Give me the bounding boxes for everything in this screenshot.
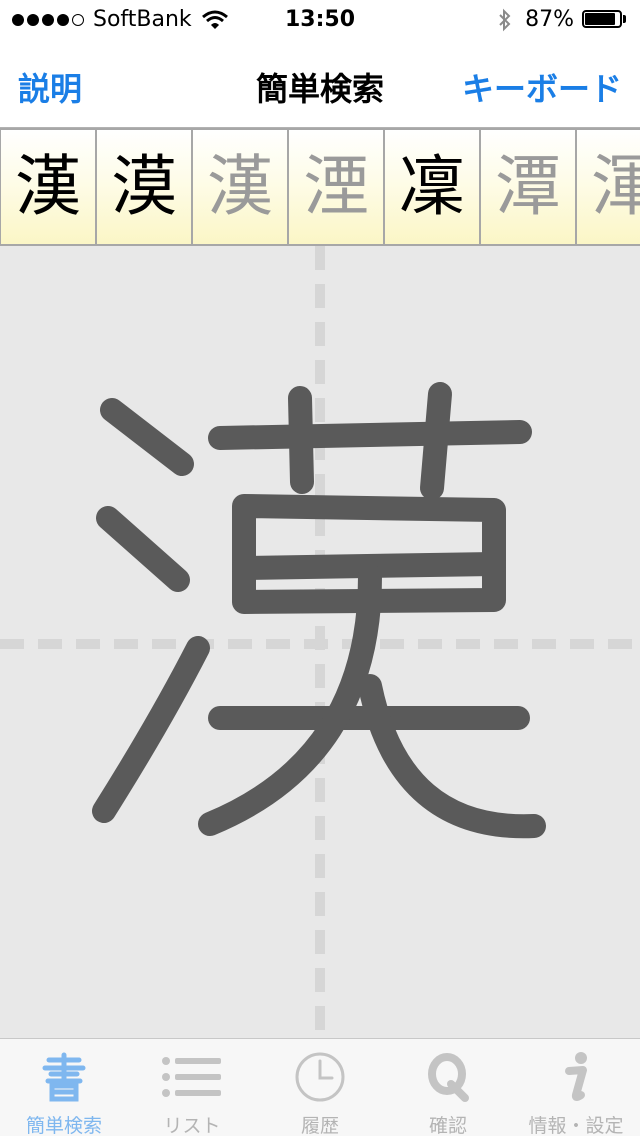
- candidate-item[interactable]: 渾: [576, 128, 640, 246]
- list-icon: [128, 1051, 256, 1103]
- battery-percent: 87%: [525, 7, 574, 32]
- tab-label: 簡単検索: [25, 1115, 102, 1137]
- brush-kanji-icon: [0, 1051, 128, 1103]
- candidate-item[interactable]: 潭: [480, 128, 576, 246]
- handwriting-canvas[interactable]: [0, 246, 640, 1038]
- tab-history[interactable]: 履歴: [256, 1039, 384, 1137]
- tab-label: 情報・設定: [528, 1115, 624, 1137]
- q-icon: [384, 1051, 512, 1103]
- candidate-item[interactable]: 湮: [288, 128, 384, 246]
- candidate-item[interactable]: 漢: [0, 128, 96, 246]
- tab-label: 履歴: [300, 1115, 339, 1137]
- tab-bar: 簡単検索 リスト 履歴 確認 情報・設定: [0, 1038, 640, 1137]
- bluetooth-icon: [499, 8, 511, 31]
- candidate-list: 漢 漠 漢 湮 凜 潭 渾: [0, 128, 640, 246]
- keyboard-button[interactable]: キーボード: [462, 64, 622, 110]
- battery-icon: [582, 9, 628, 30]
- tab-list[interactable]: リスト: [128, 1039, 256, 1137]
- tab-label: リスト: [163, 1115, 221, 1137]
- guide-lines: [0, 246, 640, 1038]
- navigation-bar: 説明 簡単検索 キーボード: [0, 40, 640, 128]
- candidate-item[interactable]: 凜: [384, 128, 480, 246]
- handwriting-drawing: [0, 246, 640, 1038]
- status-right: 87%: [497, 7, 628, 32]
- status-bar: SoftBank 13:50 87%: [0, 0, 640, 40]
- info-icon: [512, 1051, 640, 1103]
- candidate-item[interactable]: 漠: [96, 128, 192, 246]
- tab-info-settings[interactable]: 情報・設定: [512, 1039, 640, 1137]
- tab-label: 確認: [428, 1115, 467, 1137]
- tab-confirm[interactable]: 確認: [384, 1039, 512, 1137]
- clock-icon: [256, 1051, 384, 1103]
- tab-simple-search[interactable]: 簡単検索: [0, 1039, 128, 1137]
- candidate-item[interactable]: 漢: [192, 128, 288, 246]
